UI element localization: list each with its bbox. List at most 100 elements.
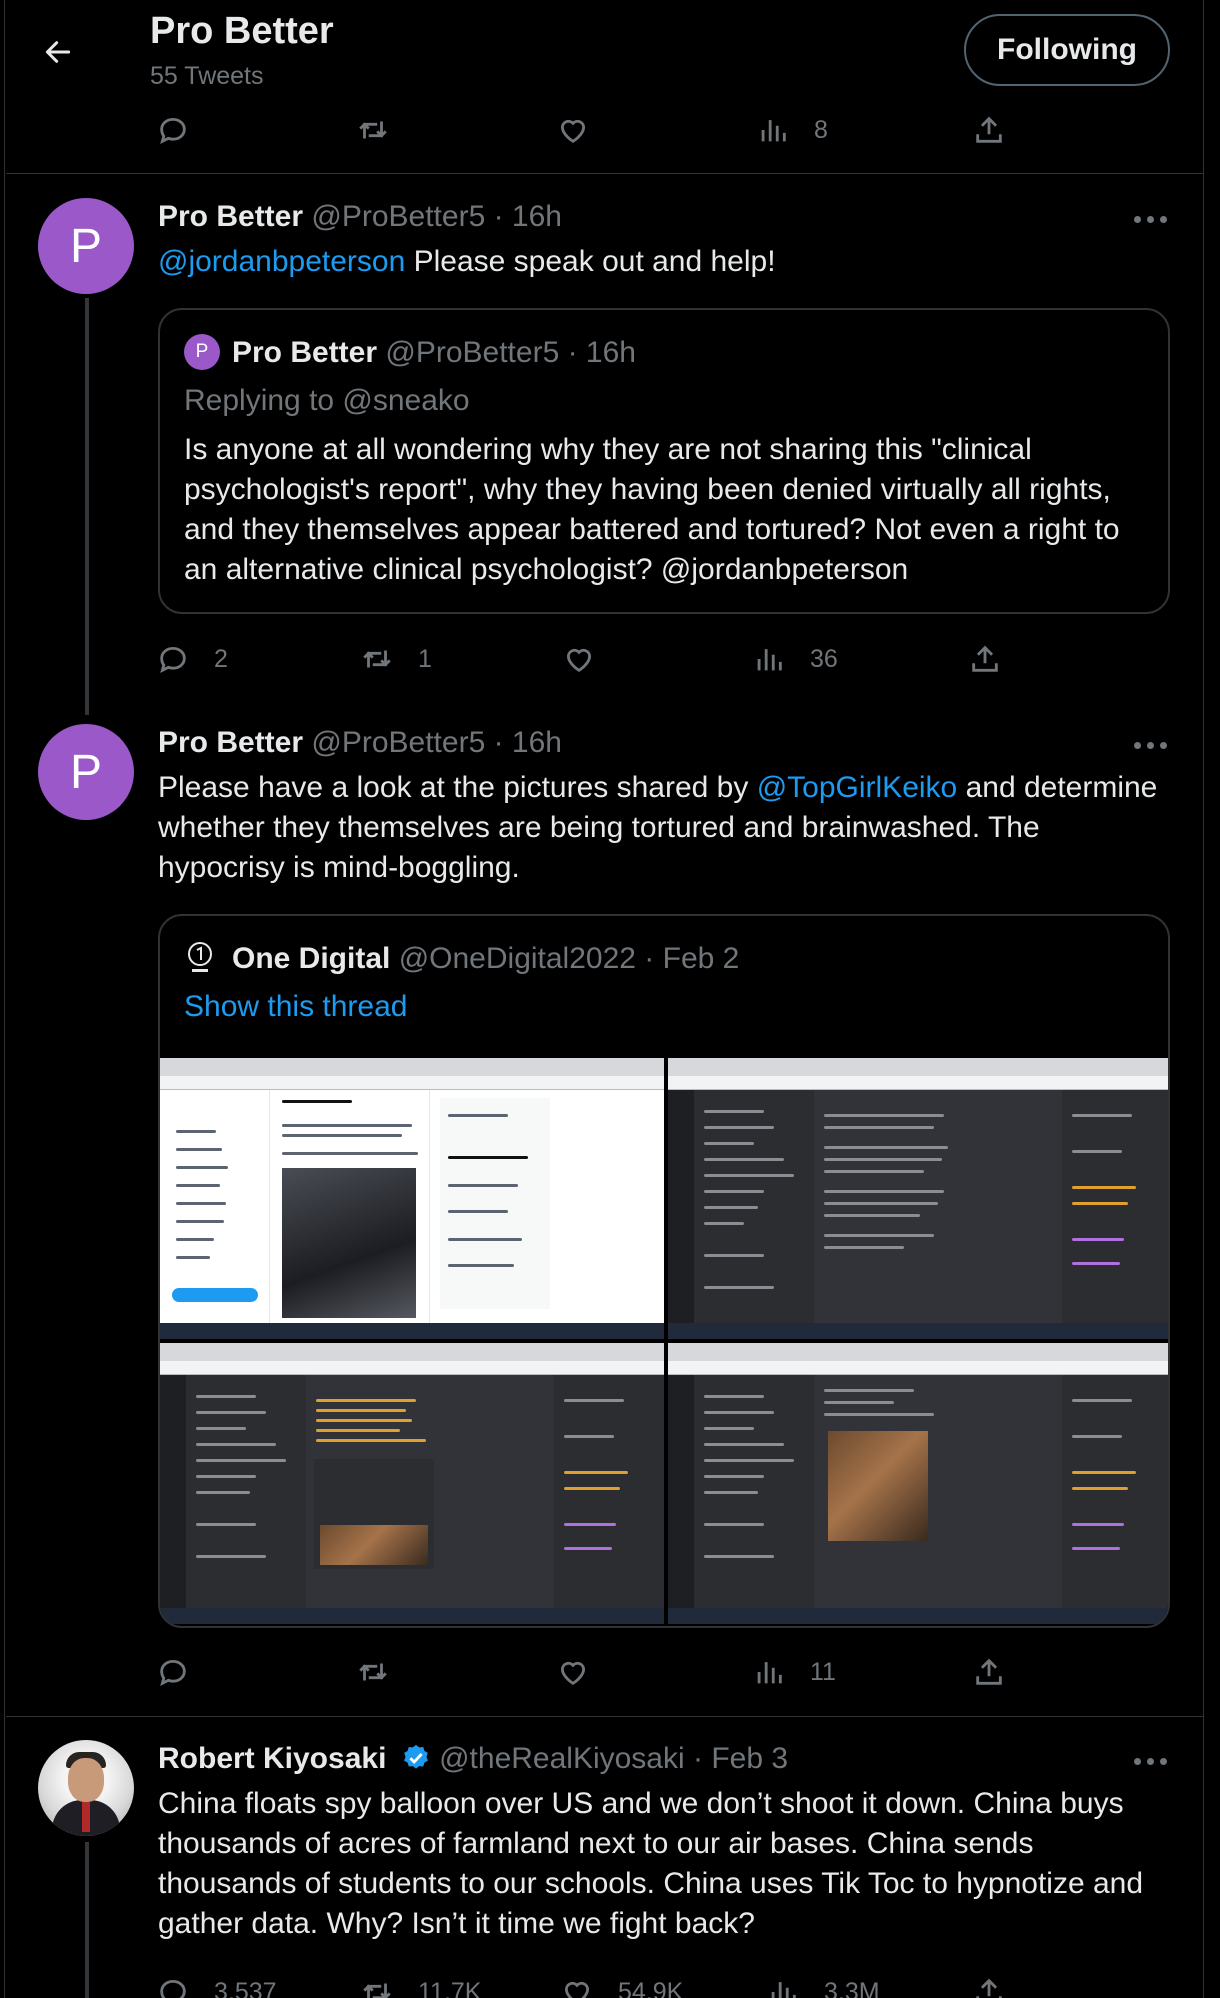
share-button[interactable] [972, 108, 1006, 152]
show-thread-link[interactable]: Show this thread [184, 990, 407, 1024]
avatar[interactable] [38, 1740, 134, 1836]
reply-icon [160, 646, 186, 674]
like-button[interactable] [556, 108, 590, 152]
views-count: 11 [810, 1657, 836, 1686]
mention-link[interactable]: @TopGirlKeiko [757, 771, 958, 804]
retweet-button[interactable] [356, 1650, 390, 1694]
quote-text: Is anyone at all wondering why they are … [184, 433, 1120, 586]
views-icon [757, 649, 782, 671]
tweet-actions: 2 1 36 [156, 637, 1026, 681]
profile-name: Pro Better [150, 10, 334, 52]
quote-header: Pro Better @ProBetter5 · 16h [232, 336, 636, 370]
like-button[interactable] [556, 1650, 590, 1694]
tweet-header: Pro Better @ProBetter5 · 16h [158, 726, 562, 760]
quote-header: One Digital @OneDigital2022 · Feb 2 [232, 942, 739, 976]
reply-button[interactable] [156, 1650, 190, 1694]
tweet-text: China floats spy balloon over US and we … [158, 1787, 1144, 1940]
author-handle-time[interactable]: @theRealKiyosaki · Feb 3 [439, 1742, 788, 1775]
tweet-actions-top: 8 [156, 108, 1026, 152]
retweet-button[interactable] [356, 108, 390, 152]
more-icon[interactable] [1134, 216, 1168, 226]
profile-header: Pro Better 55 Tweets Following [0, 0, 1220, 110]
views-button[interactable]: 11 [752, 1650, 836, 1694]
views-button[interactable]: 3.3M [766, 1970, 880, 1998]
media-grid [160, 1058, 1168, 1624]
verified-badge-icon [403, 1744, 428, 1769]
views-button[interactable]: 36 [752, 637, 838, 681]
mention-link[interactable]: @jordanbpeterson [158, 245, 405, 278]
share-button[interactable] [972, 1650, 1006, 1694]
avatar[interactable]: P [38, 198, 134, 294]
following-button[interactable]: Following [964, 14, 1170, 86]
media-image[interactable] [668, 1343, 1168, 1624]
tweet-text: Please have a look at the pictures share… [158, 771, 1158, 884]
quoted-tweet[interactable]: P Pro Better @ProBetter5 · 16h Replying … [158, 308, 1170, 614]
author-handle-time[interactable]: @ProBetter5 · 16h [311, 726, 562, 759]
media-image[interactable] [160, 1343, 664, 1624]
quote-avatar: P [184, 334, 220, 370]
tweet-header: Pro Better @ProBetter5 · 16h [158, 200, 562, 234]
one-digital-logo-icon [186, 942, 214, 978]
thread-line [85, 298, 89, 715]
share-button[interactable] [968, 637, 1002, 681]
author-name[interactable]: Pro Better [158, 200, 303, 233]
tweet-header: Robert Kiyosaki @theRealKiyosaki · Feb 3 [158, 1742, 788, 1776]
views-button[interactable]: 8 [756, 108, 828, 152]
share-icon [972, 645, 998, 672]
quoted-tweet[interactable]: One Digital @OneDigital2022 · Feb 2 Show… [158, 914, 1170, 1628]
frame-border-right [1203, 0, 1204, 1998]
retweet-button[interactable]: 11.7K [360, 1970, 481, 1998]
tweet-actions: 3,537 11.7K 54.9K 3.3M [156, 1970, 1026, 1998]
like-count: 54.9K [618, 1977, 684, 1998]
quote-author-handle-time: @ProBetter5 · 16h [385, 336, 636, 369]
back-arrow-icon [45, 41, 71, 63]
divider [6, 173, 1203, 174]
reply-button[interactable] [156, 108, 190, 152]
views-count: 36 [810, 644, 838, 673]
thread-line [85, 1842, 89, 1998]
author-name[interactable]: Robert Kiyosaki [158, 1742, 386, 1775]
retweet-icon [359, 121, 387, 139]
views-count: 8 [814, 115, 828, 144]
quote-author-name: One Digital [232, 942, 391, 975]
share-icon [976, 116, 1002, 143]
share-button[interactable] [972, 1970, 1006, 1998]
views-icon [761, 120, 786, 142]
like-button[interactable] [562, 637, 596, 681]
like-icon [566, 648, 592, 672]
retweet-count: 11.7K [418, 1977, 482, 1998]
frame-border-left [4, 0, 5, 1998]
author-handle-time[interactable]: @ProBetter5 · 16h [311, 200, 562, 233]
reply-button[interactable]: 2 [156, 637, 228, 681]
divider [6, 1716, 1203, 1717]
more-icon[interactable] [1134, 1758, 1168, 1768]
tweet-text: @jordanbpeterson Please speak out and he… [158, 245, 776, 278]
reply-icon [160, 1979, 186, 1998]
avatar[interactable]: P [38, 724, 134, 820]
share-icon [976, 1978, 1002, 1998]
author-name[interactable]: Pro Better [158, 726, 303, 759]
like-icon [564, 1981, 590, 1998]
like-button[interactable]: 54.9K [560, 1970, 683, 1998]
like-icon [560, 119, 586, 143]
retweet-icon [359, 1663, 387, 1681]
media-image[interactable] [160, 1058, 664, 1339]
quote-author-handle-time: @OneDigital2022 · Feb 2 [398, 942, 740, 975]
tweet-count: 55 Tweets [150, 62, 264, 90]
quote-author-name: Pro Better [232, 336, 378, 369]
more-icon[interactable] [1134, 742, 1168, 752]
tweet-actions: 11 [156, 1650, 1026, 1694]
retweet-count: 1 [418, 644, 432, 673]
replying-to: Replying to @sneako [184, 384, 470, 417]
share-icon [976, 1658, 1002, 1685]
media-image[interactable] [668, 1058, 1168, 1339]
reply-icon [160, 117, 186, 145]
reply-icon [160, 1659, 186, 1687]
reply-button[interactable]: 3,537 [156, 1970, 277, 1998]
reply-count: 3,537 [214, 1977, 277, 1998]
views-count: 3.3M [824, 1977, 880, 1998]
twitter-profile-timeline: Pro Better 55 Tweets Following 8 P Pro B… [0, 0, 1220, 1998]
retweet-icon [363, 650, 391, 668]
back-button[interactable] [36, 30, 80, 74]
retweet-button[interactable]: 1 [360, 637, 432, 681]
